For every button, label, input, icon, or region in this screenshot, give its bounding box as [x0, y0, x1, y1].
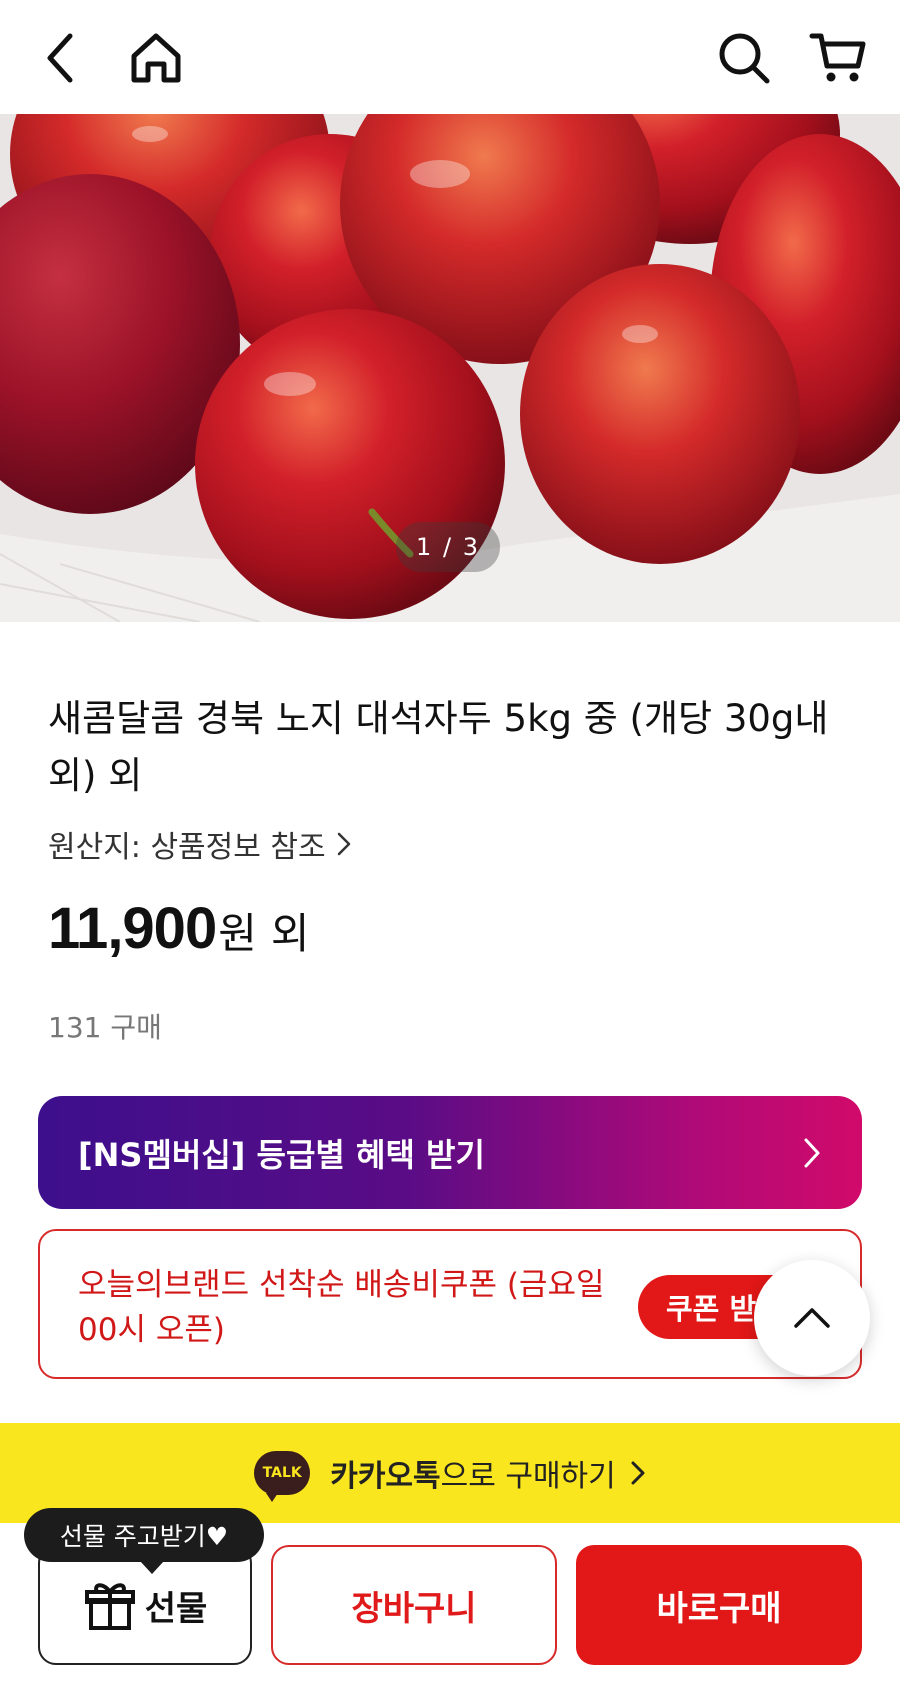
- origin-label: 원산지: 상품정보 참조: [48, 830, 326, 865]
- kakao-label: 으로 구매하기: [440, 1459, 616, 1494]
- back-arrow-icon[interactable]: [30, 26, 94, 90]
- coupon-box: 오늘의브랜드 선착순 배송비쿠폰 (금요일 00시 오픈) 쿠폰 받기: [38, 1229, 862, 1379]
- image-pager: 1 / 3: [396, 522, 500, 572]
- home-icon[interactable]: [124, 26, 188, 90]
- pager-separator: /: [442, 533, 454, 561]
- price-unit: 원: [218, 909, 257, 958]
- product-image-gallery[interactable]: 1 / 3: [0, 114, 900, 622]
- chevron-right-icon: [631, 1461, 645, 1485]
- add-to-cart-button[interactable]: 장바구니: [271, 1545, 557, 1665]
- origin-link[interactable]: 원산지: 상품정보 참조: [48, 822, 352, 866]
- chevron-right-icon: [804, 1138, 820, 1167]
- gift-tooltip: 선물 주고받기♥: [24, 1508, 264, 1574]
- kakaotalk-icon: TALK: [254, 1451, 311, 1502]
- buy-now-button[interactable]: 바로구매: [576, 1545, 862, 1665]
- scroll-to-top-button[interactable]: [754, 1260, 870, 1376]
- membership-benefit-banner[interactable]: [NS멤버십] 등급별 혜택 받기: [38, 1096, 862, 1209]
- chevron-up-icon: [794, 1308, 830, 1328]
- kakao-brand: 카카오톡: [330, 1459, 441, 1494]
- product-title: 새콤달콤 경북 노지 대석자두 5kg 중 (개당 30g내외) 외: [48, 697, 829, 797]
- gift-icon: [84, 1583, 135, 1630]
- cart-icon[interactable]: [806, 26, 870, 90]
- pager-total: 3: [462, 533, 480, 561]
- membership-label: [NS멤버십] 등급별 혜택 받기: [78, 1135, 485, 1174]
- price: 11,900 원 외: [48, 895, 309, 962]
- search-icon[interactable]: [712, 26, 776, 90]
- pager-current: 1: [416, 533, 434, 561]
- price-value: 11,900: [48, 896, 217, 961]
- chevron-right-icon: [337, 832, 350, 856]
- coupon-text: 오늘의브랜드 선착순 배송비쿠폰 (금요일 00시 오픈): [78, 1267, 605, 1348]
- purchase-count: 131 구매: [48, 1011, 162, 1044]
- gift-label: 선물: [144, 1588, 208, 1629]
- price-suffix: 외: [270, 909, 310, 958]
- top-bar: [0, 0, 900, 114]
